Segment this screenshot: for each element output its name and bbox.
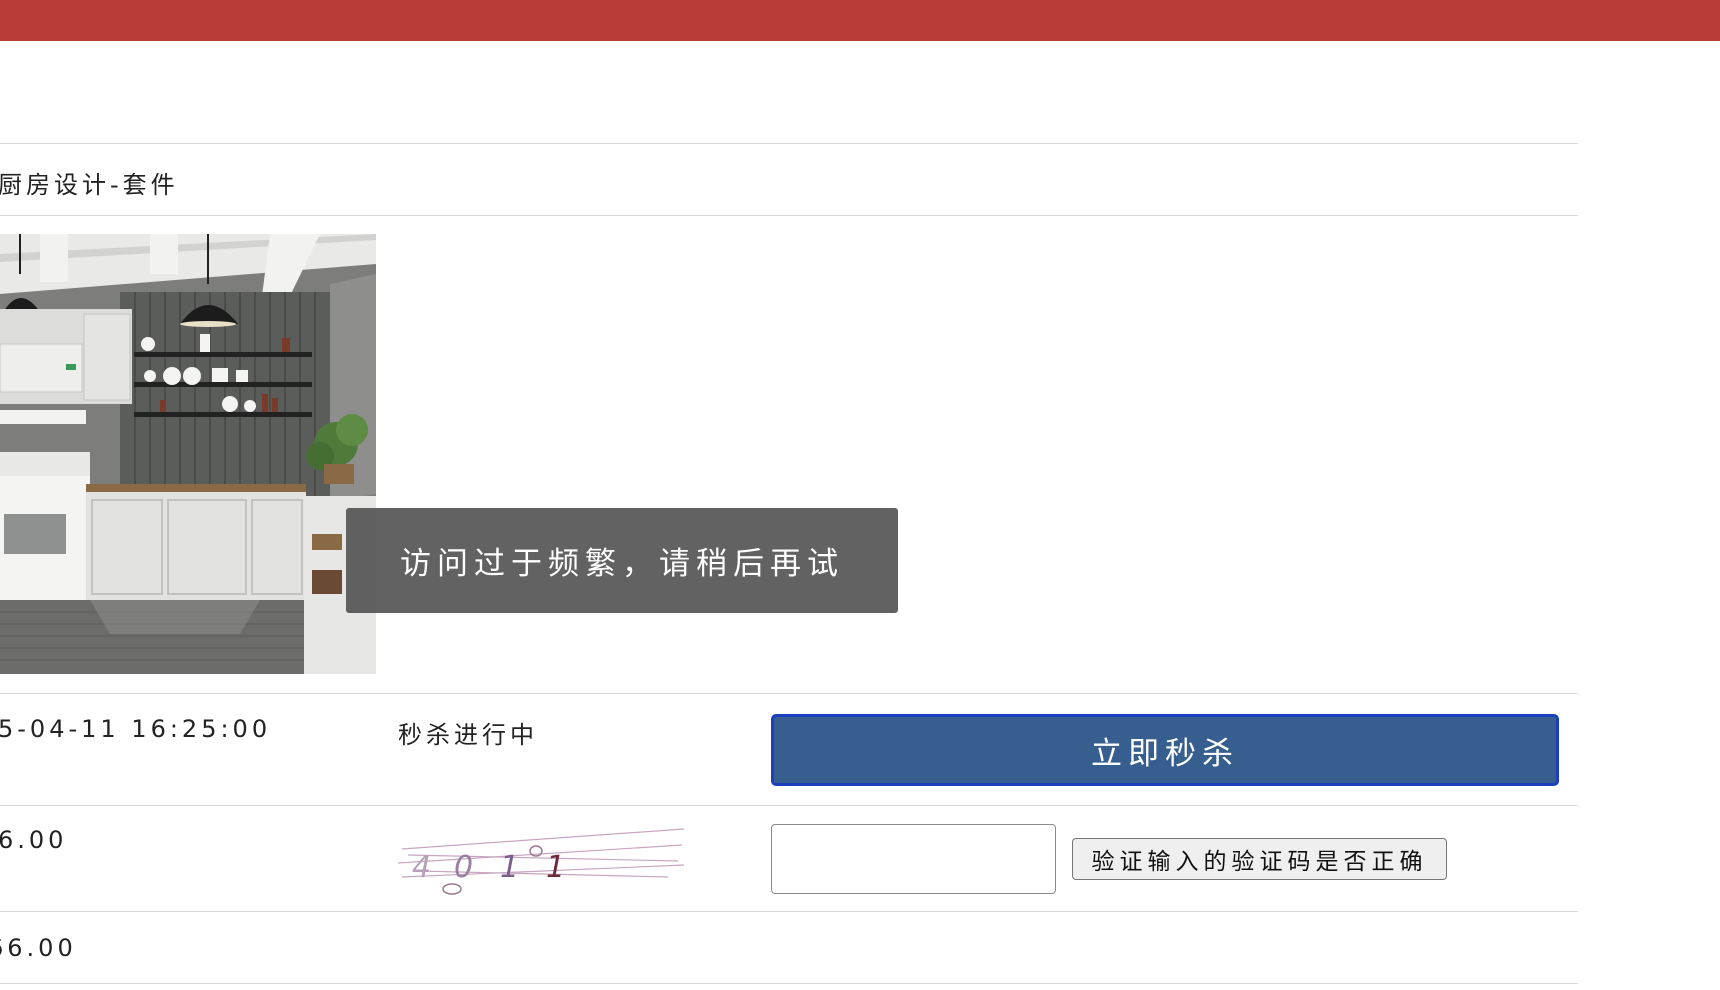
toast-message: 访问过于频繁，请稍后再试 <box>400 546 844 582</box>
top-header-bar <box>0 0 1720 41</box>
captcha-icon: 4 0 1 1 <box>397 828 685 895</box>
seckill-start-time: 5-04-11 16:25:00 <box>0 715 272 743</box>
kitchen-photo-icon <box>0 234 376 674</box>
seckill-now-button[interactable]: 立即秒杀 <box>771 714 1559 786</box>
divider <box>0 215 1578 216</box>
rate-limit-toast: 访问过于频繁，请稍后再试 <box>346 508 898 613</box>
price-value: 66.00 <box>0 934 77 962</box>
svg-text:4: 4 <box>412 850 431 885</box>
captcha-input[interactable] <box>771 824 1056 894</box>
product-name: 厨房设计-套件 <box>0 171 179 199</box>
svg-text:1: 1 <box>546 850 565 885</box>
seckill-status: 秒杀进行中 <box>398 721 538 749</box>
divider <box>0 693 1578 694</box>
divider <box>0 143 1578 144</box>
svg-text:0: 0 <box>454 850 473 885</box>
divider <box>0 805 1578 806</box>
divider <box>0 911 1578 912</box>
svg-text:1: 1 <box>500 850 519 885</box>
captcha-image[interactable]: 4 0 1 1 <box>397 825 685 895</box>
product-image <box>0 234 376 674</box>
divider <box>0 983 1578 984</box>
price-value: 6.00 <box>0 826 68 854</box>
verify-captcha-button[interactable]: 验证输入的验证码是否正确 <box>1072 838 1447 880</box>
